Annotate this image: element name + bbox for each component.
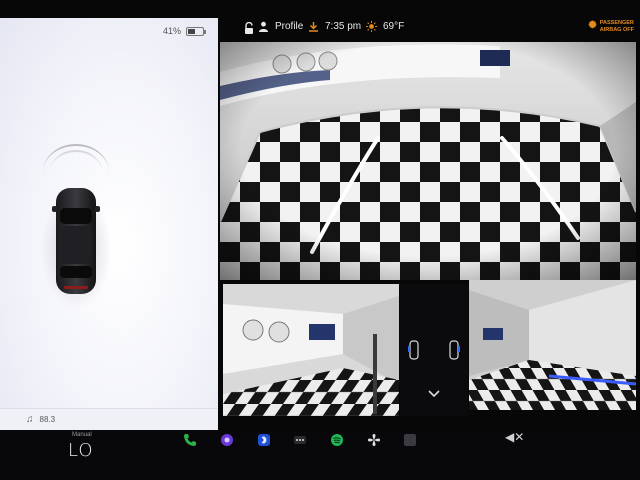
music-note-icon: ♫: [26, 414, 34, 425]
sun-icon: [366, 21, 377, 32]
airbag-line-2: AIRBAG OFF: [599, 26, 634, 33]
download-icon: [309, 22, 318, 32]
radio-station: 88.3: [39, 415, 56, 424]
fan-icon[interactable]: [366, 432, 382, 448]
right-repeater-camera-view[interactable]: [469, 280, 636, 410]
app-square-icon[interactable]: [402, 432, 418, 448]
chevron-down-icon[interactable]: [427, 388, 441, 398]
profile-label: Profile: [275, 21, 304, 32]
left-camera-toggle-icon[interactable]: [408, 340, 420, 360]
climate-mode-label: Manual: [72, 432, 92, 438]
volume-mute-icon[interactable]: ◀✕: [505, 430, 524, 444]
battery-percent: 41%: [162, 26, 181, 36]
temperature-value: 69°F: [383, 21, 405, 32]
clock-time: 7:35 pm: [325, 21, 362, 32]
more-dots-icon[interactable]: [292, 432, 308, 448]
status-bar: Profile 7:35 pm 69°F ✺ PASSENGER AIRBAG …: [218, 18, 640, 40]
battery-icon: [186, 26, 206, 36]
lock-open-icon[interactable]: [244, 22, 254, 35]
rear-camera-feed: [220, 42, 636, 280]
camera-switch-controls: [400, 284, 468, 416]
phone-icon[interactable]: [182, 432, 198, 448]
left-repeater-camera-view[interactable]: [223, 284, 399, 416]
clock: 7:35 pm: [308, 21, 361, 32]
right-camera-feed: [469, 280, 636, 410]
airbag-line-1: PASSENGER: [599, 20, 634, 26]
climate-mode-value[interactable]: LO: [68, 440, 94, 461]
bluetooth-icon[interactable]: [256, 432, 272, 448]
person-icon: [259, 21, 268, 32]
right-camera-toggle-icon[interactable]: [448, 340, 460, 360]
battery-indicator: 41%: [162, 26, 206, 36]
car-top-view-icon: [52, 188, 100, 294]
battery-fill: [188, 28, 195, 34]
rear-camera-view[interactable]: [220, 42, 636, 280]
spotify-icon[interactable]: [329, 432, 345, 448]
passenger-airbag-status: ✺ PASSENGER AIRBAG OFF: [588, 20, 634, 33]
airbag-warning-icon: ✺: [588, 20, 597, 32]
media-player-bar[interactable]: ♫ 88.3: [0, 408, 218, 430]
profile-button[interactable]: Profile: [258, 21, 303, 32]
vehicle-visualization-panel: 41% ♫ 88.3: [0, 18, 218, 430]
bottom-dock: Manual LO ◀✕: [0, 430, 640, 480]
camera-icon[interactable]: [219, 432, 235, 448]
left-camera-feed: [223, 284, 399, 416]
outside-temperature: 69°F: [366, 21, 404, 32]
